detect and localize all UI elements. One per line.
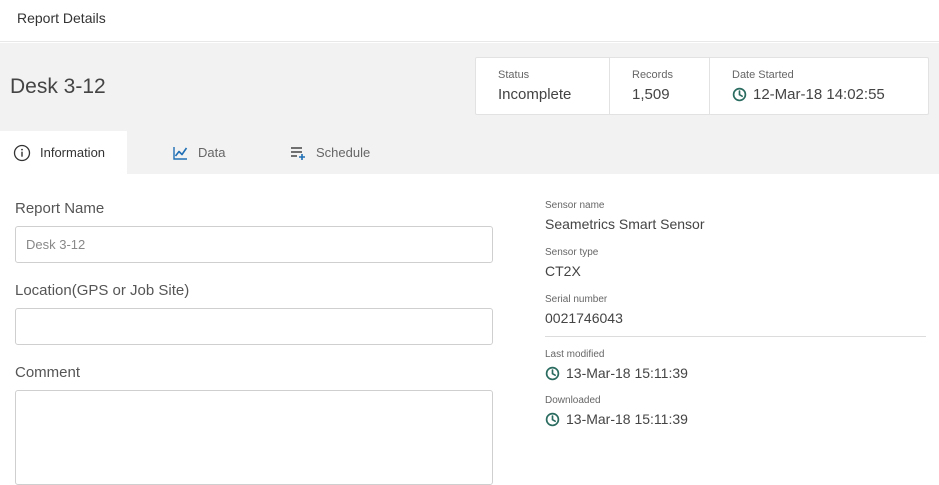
report-name-input[interactable] — [15, 226, 493, 263]
records-label: Records — [632, 69, 673, 81]
date-started-value: 12-Mar-18 14:02:55 — [753, 86, 885, 103]
tab-schedule-label: Schedule — [316, 145, 371, 160]
tab-bar: Information Data Schedule — [0, 131, 939, 174]
details-divider — [545, 336, 926, 337]
location-label: Location(GPS or Job Site) — [15, 282, 190, 299]
clock-icon — [732, 87, 747, 102]
last-modified-value: 13-Mar-18 15:11:39 — [566, 365, 688, 381]
info-icon — [13, 144, 31, 161]
sensor-type-value: CT2X — [545, 263, 581, 279]
top-bar: Report Details — [0, 0, 939, 42]
page-title: Report Details — [17, 10, 106, 26]
clock-icon — [545, 366, 560, 380]
last-modified-label: Last modified — [545, 349, 605, 360]
tab-data[interactable]: Data — [171, 131, 225, 174]
clock-icon — [545, 412, 560, 426]
sensor-type-label: Sensor type — [545, 247, 599, 258]
status-value: Incomplete — [498, 86, 572, 103]
location-input[interactable] — [15, 308, 493, 345]
sensor-name-value: Seametrics Smart Sensor — [545, 216, 705, 232]
comment-textarea[interactable] — [15, 390, 493, 485]
tab-data-label: Data — [198, 145, 226, 160]
downloaded-label: Downloaded — [545, 395, 601, 406]
status-stat: Status Incomplete — [476, 58, 610, 114]
tab-information[interactable]: Information — [0, 131, 127, 174]
downloaded-row: 13-Mar-18 15:11:39 — [545, 411, 688, 427]
status-label: Status — [498, 69, 530, 81]
report-header: Desk 3-12 Status Incomplete Records 1,50… — [0, 43, 939, 131]
date-started-row: 12-Mar-18 14:02:55 — [732, 86, 928, 103]
last-modified-row: 13-Mar-18 15:11:39 — [545, 365, 688, 381]
chart-icon — [173, 146, 188, 160]
serial-number-label: Serial number — [545, 294, 608, 305]
device-name: Desk 3-12 — [10, 75, 106, 98]
report-name-label: Report Name — [15, 200, 105, 217]
comment-label: Comment — [15, 364, 81, 381]
tab-schedule[interactable]: Schedule — [289, 131, 370, 174]
date-started-label: Date Started — [732, 69, 794, 81]
serial-number-value: 0021746043 — [545, 310, 623, 326]
stats-panel: Status Incomplete Records 1,509 Date Sta… — [475, 57, 929, 115]
tab-information-label: Information — [40, 145, 106, 160]
downloaded-value: 13-Mar-18 15:11:39 — [566, 411, 688, 427]
records-stat: Records 1,509 — [610, 58, 710, 114]
sensor-name-label: Sensor name — [545, 200, 605, 211]
date-started-stat: Date Started 12-Mar-18 14:02:55 — [710, 58, 928, 114]
records-value: 1,509 — [632, 86, 670, 103]
schedule-list-icon — [291, 146, 305, 160]
